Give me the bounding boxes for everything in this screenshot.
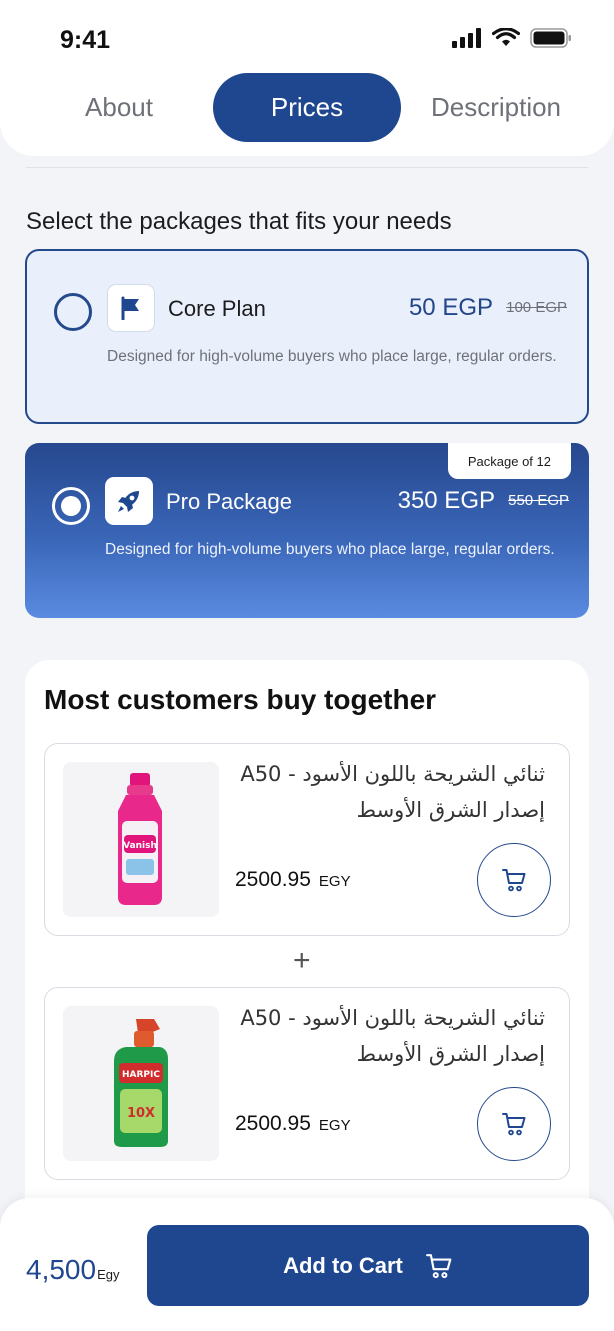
svg-text:Vanish: Vanish <box>123 841 157 851</box>
cart-total-unit: Egy <box>97 1267 120 1282</box>
package-old-price: 100 EGP <box>506 299 567 316</box>
cart-icon <box>425 1253 452 1278</box>
package-description: Designed for high-volume buyers who plac… <box>107 348 557 365</box>
product-card[interactable]: HARPIC 10X ثنائي الشريحة باللون الأسود -… <box>44 987 570 1180</box>
add-to-cart-main-button[interactable]: Add to Cart <box>147 1225 589 1306</box>
green-toilet-cleaner-bottle-icon: HARPIC 10X <box>114 1018 168 1147</box>
bundle-section: Most customers buy together Vanish ثنائي… <box>25 660 589 1260</box>
section-title: Select the packages that fits your needs <box>26 208 452 235</box>
package-card-pro[interactable]: Package of 12 Pro Package 350 EGP 550 EG… <box>25 443 589 618</box>
package-badge: Package of 12 <box>447 443 571 479</box>
package-price: 350 EGP <box>397 487 495 514</box>
product-price: 2500.95 EGY <box>235 868 351 892</box>
tab-prices[interactable]: Prices <box>213 73 401 142</box>
rocket-icon <box>105 477 153 525</box>
package-card-core[interactable]: Core Plan 50 EGP 100 EGP Designed for hi… <box>25 249 589 424</box>
plus-separator: + <box>293 944 311 977</box>
package-old-price: 550 EGP <box>508 492 569 509</box>
product-currency: EGY <box>318 873 351 890</box>
cart-total: 4,500Egy <box>26 1254 119 1286</box>
tab-about[interactable]: About <box>36 73 202 142</box>
package-name: Pro Package <box>166 489 292 514</box>
pink-detergent-bottle-icon: Vanish <box>118 772 162 905</box>
package-name: Core Plan <box>168 296 266 321</box>
tab-description[interactable]: Description <box>410 73 582 142</box>
flag-icon <box>107 284 155 332</box>
svg-text:HARPIC: HARPIC <box>122 1070 160 1080</box>
tabs: About Prices Description <box>0 73 614 143</box>
signal-icon <box>452 28 481 48</box>
status-time: 9:41 <box>60 26 111 54</box>
wifi-icon <box>492 28 520 46</box>
divider <box>26 167 588 168</box>
cart-total-value: 4,500 <box>26 1254 97 1285</box>
product-image: Vanish <box>63 762 219 917</box>
bundle-title: Most customers buy together <box>44 684 437 715</box>
svg-text:10X: 10X <box>127 1106 155 1121</box>
product-name[interactable]: ثنائي الشريحة باللون الأسود - A50 إصدار … <box>235 756 545 828</box>
bottom-bar: 4,500Egy Add to Cart <box>0 1198 614 1331</box>
battery-icon <box>530 28 571 48</box>
package-price: 50 EGP <box>408 294 493 321</box>
product-price-value: 2500.95 <box>235 1112 311 1135</box>
product-card[interactable]: Vanish ثنائي الشريحة باللون الأسود - A50… <box>44 743 570 936</box>
add-to-cart-button[interactable] <box>477 843 551 917</box>
package-radio-pro[interactable] <box>52 487 90 525</box>
header: 9:41 About Prices Description <box>0 0 614 156</box>
package-description: Designed for high-volume buyers who plac… <box>105 541 555 558</box>
product-name[interactable]: ثنائي الشريحة باللون الأسود - A50 إصدار … <box>235 1000 545 1072</box>
product-image: HARPIC 10X <box>63 1006 219 1161</box>
package-radio-core[interactable] <box>54 293 92 331</box>
status-bar: 9:41 <box>0 0 614 74</box>
add-to-cart-button[interactable] <box>477 1087 551 1161</box>
product-price: 2500.95 EGY <box>235 1112 351 1136</box>
cart-icon <box>502 869 526 892</box>
add-to-cart-label: Add to Cart <box>283 1252 403 1278</box>
cart-icon <box>502 1113 526 1136</box>
status-icons <box>452 28 572 48</box>
product-price-value: 2500.95 <box>235 868 311 891</box>
product-currency: EGY <box>318 1117 351 1134</box>
